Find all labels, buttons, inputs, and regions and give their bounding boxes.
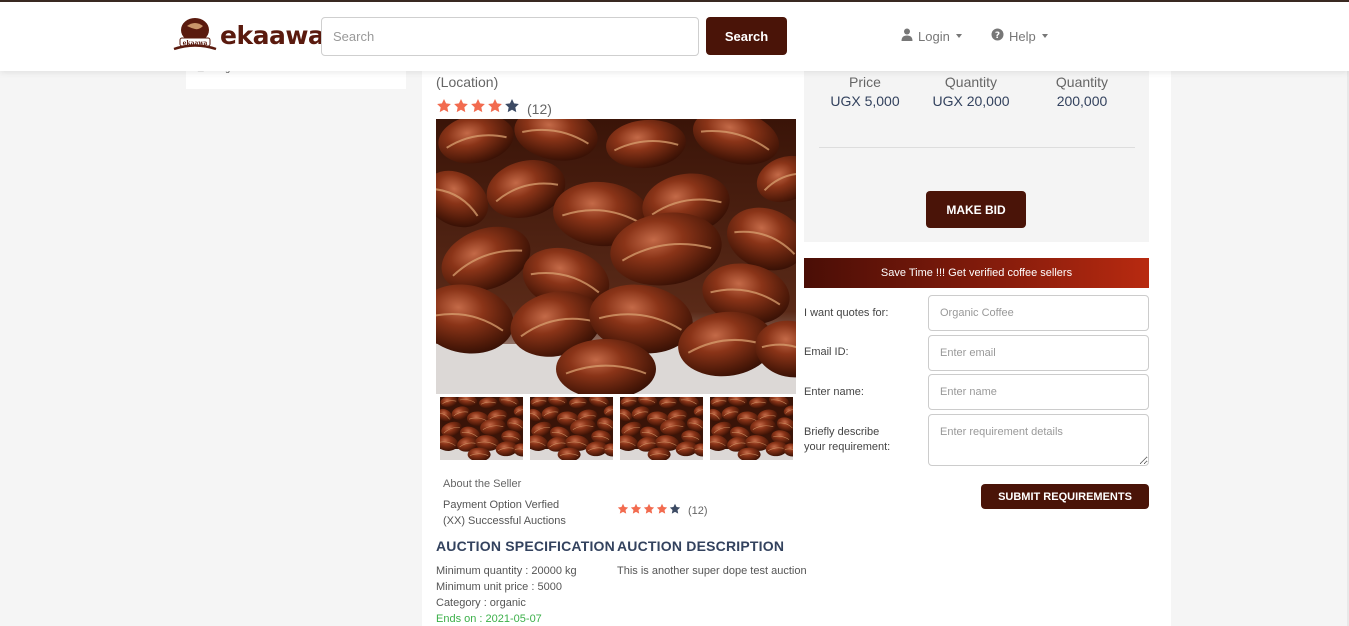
product-main-image[interactable]: [436, 119, 796, 394]
seller-rating-count: (12): [688, 505, 708, 517]
bid-divider: [819, 147, 1135, 148]
login-label: Login: [918, 28, 950, 44]
category-text: Category : organic: [436, 597, 526, 609]
requirement-label-line-2: your requirement:: [804, 441, 891, 453]
name-label: Enter name:: [804, 386, 864, 398]
question-circle-icon: ?: [991, 28, 1004, 44]
caret-down-icon: [955, 34, 962, 38]
make-bid-button[interactable]: MAKE BID: [926, 191, 1026, 228]
site-header: ekaawa ekaawa Search Login ? Help: [0, 2, 1349, 71]
auction-specification-heading: AUCTION SPECIFICATION: [436, 538, 615, 554]
login-dropdown[interactable]: Login: [901, 28, 962, 44]
product-thumbnail-1[interactable]: [440, 397, 523, 460]
email-label: Email ID:: [804, 346, 849, 358]
bid-column-label: Quantity: [944, 74, 998, 90]
star-empty-icon: [669, 502, 681, 520]
auction-description-text: This is another super dope test auction: [617, 565, 807, 577]
rating-count: (12): [527, 100, 552, 117]
successful-auctions-text: (XX) Successful Auctions: [443, 515, 566, 527]
auction-description-heading: AUCTION DESCRIPTION: [617, 538, 785, 554]
seller-rating: (12): [617, 502, 708, 520]
name-input[interactable]: [928, 374, 1149, 410]
star-filled-icon: [630, 502, 642, 520]
min-quantity-text: Minimum quantity : 20000 kg: [436, 565, 577, 577]
bid-price-column: Price UGX 5,000: [810, 74, 920, 109]
star-filled-icon: [470, 98, 486, 119]
min-unit-price-text: Minimum unit price : 5000: [436, 581, 562, 593]
product-thumbnail-3[interactable]: [620, 397, 703, 460]
star-filled-icon: [643, 502, 655, 520]
svg-text:ekaawa: ekaawa: [183, 40, 208, 47]
verified-sellers-banner: Save Time !!! Get verified coffee seller…: [804, 258, 1149, 288]
quotes-for-label: I want quotes for:: [804, 307, 889, 319]
ends-on-text: Ends on : 2021-05-07: [436, 613, 542, 625]
quotes-for-input[interactable]: [928, 295, 1149, 331]
help-dropdown[interactable]: ? Help: [991, 28, 1048, 44]
bid-column-value: UGX 5,000: [830, 93, 900, 109]
requirement-label-line-1: Briefly describe: [804, 426, 880, 438]
bid-column-label: Quantity: [1055, 74, 1109, 90]
search-button[interactable]: Search: [706, 17, 787, 55]
star-filled-icon: [436, 98, 452, 119]
search-input[interactable]: [321, 17, 699, 56]
brand-logo[interactable]: ekaawa ekaawa: [172, 16, 325, 54]
listing-rating: (12): [436, 98, 552, 119]
brand-name: ekaawa: [220, 20, 325, 50]
requirement-textarea[interactable]: [928, 414, 1149, 466]
email-input[interactable]: [928, 335, 1149, 371]
bid-column-value: 200,000: [1056, 93, 1108, 109]
caret-down-icon: [1041, 34, 1048, 38]
listing-location: (Location): [436, 74, 499, 90]
user-icon: [901, 28, 913, 44]
about-seller-title: About the Seller: [443, 478, 522, 490]
bid-column-label: Price: [849, 74, 881, 90]
star-empty-icon: [504, 98, 520, 119]
star-filled-icon: [617, 502, 629, 520]
coffee-cup-logo-icon: ekaawa: [172, 16, 218, 54]
bid-column-value: UGX 20,000: [932, 93, 1010, 109]
bid-quantity-column: Quantity UGX 20,000: [916, 74, 1026, 109]
star-filled-icon: [656, 502, 668, 520]
star-filled-icon: [453, 98, 469, 119]
payment-option-text: Payment Option Verfied: [443, 499, 560, 511]
help-label: Help: [1009, 28, 1036, 44]
bid-quantity-column-2: Quantity 200,000: [1027, 74, 1137, 109]
star-filled-icon: [487, 98, 503, 119]
product-thumbnail-2[interactable]: [530, 397, 613, 460]
requirement-label: Briefly describe your requirement:: [804, 425, 890, 455]
product-thumbnail-4[interactable]: [710, 397, 793, 460]
svg-text:?: ?: [995, 31, 1000, 41]
submit-requirements-button[interactable]: SUBMIT REQUIREMENTS: [981, 484, 1149, 509]
